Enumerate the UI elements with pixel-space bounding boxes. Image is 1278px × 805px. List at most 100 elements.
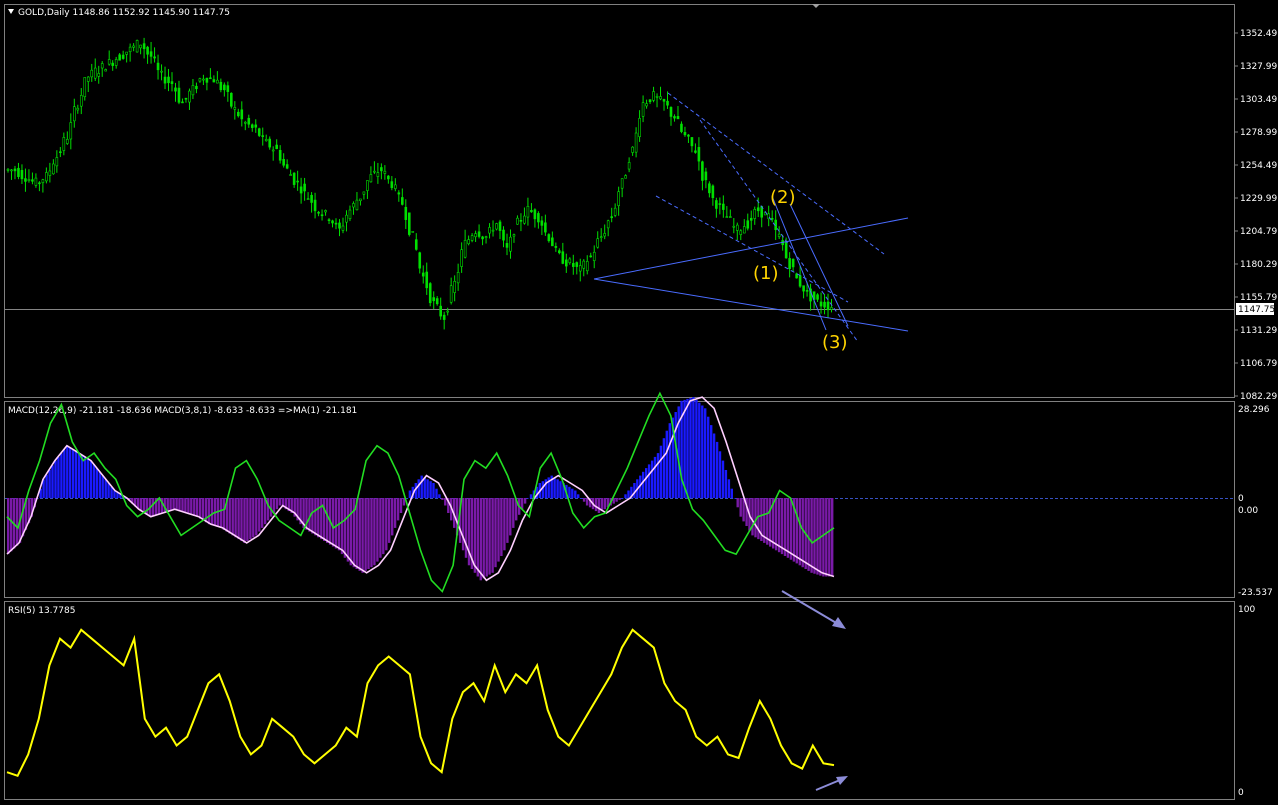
macd-histogram-bar: [74, 451, 78, 498]
macd-histogram-bar: [393, 498, 397, 528]
candle-body: [125, 51, 128, 55]
macd-histogram-bar: [196, 498, 199, 517]
lower-channel-line: [699, 119, 859, 343]
macd-histogram-bar: [63, 449, 66, 498]
candle-body: [442, 314, 446, 320]
macd-histogram-bar: [556, 479, 559, 498]
macd-histogram-bar: [825, 498, 828, 577]
price-axis: 1352.49 1327.99 1303.49 1278.99 1254.49 1229.…: [1234, 29, 1277, 402]
macd-histogram-bar: [710, 425, 713, 498]
macd-histogram-bar: [485, 498, 488, 577]
macd-histogram-bar: [482, 498, 485, 579]
macd-histogram-bar: [798, 498, 801, 566]
candle-body: [456, 272, 460, 284]
macd-histogram-bar: [715, 441, 719, 498]
macd-histogram-bar: [580, 498, 583, 499]
macd-histogram-bar: [689, 398, 692, 498]
candle-body: [359, 198, 362, 202]
candle-body: [156, 62, 160, 71]
macd-histogram-bar: [77, 453, 81, 498]
candle-body: [627, 162, 631, 170]
chart-canvas[interactable]: GOLD,Daily 1148.86 1152.92 1145.90 1147.…: [0, 0, 1278, 805]
candle-body: [634, 132, 638, 153]
candle-body: [585, 261, 589, 272]
candle-body: [652, 91, 655, 101]
candle-body: [6, 168, 10, 171]
candle-body: [571, 263, 575, 267]
macd-histogram-bar: [331, 498, 335, 547]
macd-histogram-bar: [712, 433, 716, 498]
candle-body: [505, 243, 509, 248]
macd-histogram-bar: [500, 498, 503, 556]
candle-body: [617, 191, 620, 206]
candle-body: [491, 229, 495, 232]
candle-body: [680, 123, 683, 132]
rsi-arrow-head-icon: [836, 776, 848, 785]
candle-body: [132, 45, 135, 48]
candle-body: [139, 44, 142, 49]
candle-body: [512, 234, 516, 237]
mt4-chart-window[interactable]: GOLD,Daily 1148.86 1152.92 1145.90 1147.…: [0, 0, 1278, 805]
macd-histogram-bar: [615, 498, 618, 502]
macd-histogram-bar: [692, 397, 695, 498]
candle-body: [770, 217, 774, 220]
candle-body: [100, 63, 104, 69]
candle-body: [299, 186, 303, 194]
candle-body: [114, 59, 118, 66]
macd-histogram-bar: [627, 490, 630, 498]
macd-histogram-bar: [774, 498, 778, 551]
candle-body: [530, 210, 533, 213]
candle-body: [592, 251, 596, 261]
candle-body: [278, 149, 282, 161]
candle-body: [805, 290, 809, 292]
macd-histogram-bar: [175, 498, 178, 511]
candle-body: [582, 260, 586, 269]
candle-body: [135, 40, 139, 53]
candle-body: [753, 209, 757, 219]
candle-body: [551, 237, 554, 247]
candle-body: [380, 167, 383, 172]
candle-body: [306, 198, 310, 200]
candle-body: [659, 96, 662, 100]
scroll-marker-icon[interactable]: [812, 4, 820, 8]
macd-histogram-bar: [653, 456, 657, 498]
candle-body: [48, 170, 52, 176]
macd-histogram-bar: [373, 498, 376, 566]
candle-body: [261, 135, 265, 137]
candle-body: [282, 159, 285, 166]
candle-body: [603, 233, 606, 237]
macd-histogram-bar: [246, 498, 249, 541]
macd-histogram-bar: [707, 416, 710, 498]
candle-body: [52, 163, 55, 175]
macd-histogram-bar: [727, 479, 731, 498]
macd-histogram-bar: [831, 498, 834, 577]
candlestick-series: [6, 37, 833, 330]
macd-histogram-bar: [361, 498, 364, 573]
candle-body: [502, 229, 505, 241]
candle-body: [484, 236, 488, 238]
candle-body: [722, 203, 725, 210]
macd-histogram-bar: [665, 430, 668, 498]
macd-histogram-bar: [349, 498, 352, 566]
macd-histogram-bar: [60, 453, 63, 498]
macd-axis: 28.296 0 0.00 -23.537: [1238, 405, 1273, 598]
candle-body: [547, 234, 551, 242]
macd-histogram-bar: [568, 486, 571, 498]
macd-histogram-bar: [577, 494, 580, 498]
macd-histogram-bar: [721, 460, 725, 498]
macd-histogram-bar: [376, 498, 379, 562]
candle-body: [739, 230, 743, 235]
symbol-menu-icon[interactable]: [8, 9, 14, 14]
macd-histogram-bar: [234, 498, 237, 538]
candle-body: [149, 51, 153, 57]
macd-histogram-bar: [503, 498, 506, 551]
candle-body: [59, 151, 62, 154]
candle-body: [104, 69, 108, 72]
macd-histogram-bar: [219, 498, 223, 528]
candle-body: [387, 175, 390, 180]
candle-body: [352, 203, 355, 208]
macd-histogram-bar: [399, 498, 403, 513]
macd-histogram-bar: [261, 498, 264, 528]
candle-body: [20, 170, 24, 180]
candle-body: [233, 107, 237, 110]
